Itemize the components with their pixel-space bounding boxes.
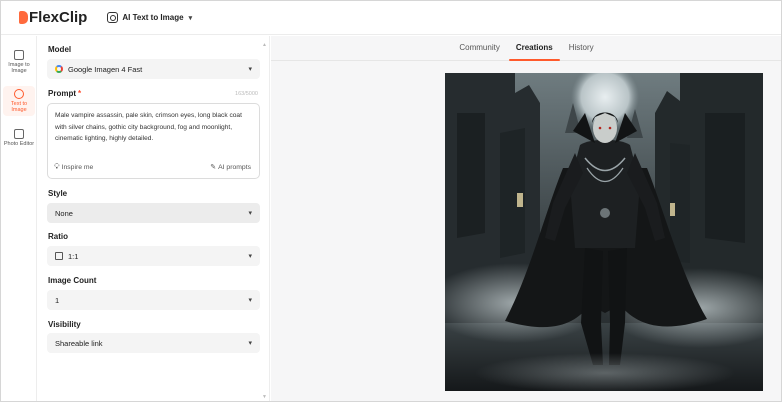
rail-item-text-to-image[interactable]: Text to Image [3,86,35,116]
chevron-down-icon: ▾ [188,14,193,22]
settings-panel: ▲ Model Google Imagen 4 Fast ▾ Prompt * 1… [37,36,270,401]
prompt-label-text: Prompt [48,89,76,98]
image-count-select[interactable]: 1 ▾ [47,290,260,310]
style-value: None [55,208,73,218]
image-count-label: Image Count [48,276,97,285]
chevron-down-icon: ▾ [248,66,252,73]
style-select[interactable]: None ▾ [47,203,260,223]
image-to-image-icon [14,50,24,60]
sparkle-icon: ✎ [210,164,217,171]
tool-rail: Image to Image Text to Image Photo Edito… [1,36,37,401]
tab-history[interactable]: History [569,36,594,60]
ai-prompts-button[interactable]: ✎ AI prompts [210,162,251,172]
logo-text: FlexClip [29,9,88,26]
prompt-text[interactable]: Male vampire assassin, pale skin, crimso… [55,110,253,145]
model-select[interactable]: Google Imagen 4 Fast ▾ [47,59,260,79]
square-ratio-icon [55,252,63,260]
logo-mark-icon [19,11,28,24]
lightbulb-icon: 💡︎ [54,162,60,171]
vampire-artwork [445,73,763,391]
visibility-label: Visibility [48,320,81,329]
prompt-actions: 💡︎ Inspire me ✎ AI prompts [54,162,251,172]
image-count-value: 1 [55,295,60,305]
ai-prompts-label: AI prompts [218,163,251,171]
rail-item-label: Text to Image [10,101,28,113]
visibility-select[interactable]: Shareable link ▾ [47,333,260,353]
ai-image-icon [107,12,119,23]
rail-item-label: Image to Image [8,62,30,74]
tool-selector-dropdown[interactable]: AI Text to Image ▾ [107,12,192,23]
prompt-textarea[interactable]: Male vampire assassin, pale skin, crimso… [47,103,260,179]
generated-image[interactable] [445,73,763,391]
app-window: FlexClip AI Text to Image ▾ Image to Ima… [0,0,782,402]
ratio-value: 1:1 [68,251,79,261]
photo-editor-icon [14,129,24,139]
tab-community[interactable]: Community [459,36,499,60]
chevron-down-icon: ▾ [248,210,252,217]
results-area: Community Creations History [271,36,781,401]
ratio-select[interactable]: 1:1 ▾ [47,246,260,266]
text-to-image-icon [14,89,24,99]
chevron-down-icon: ▾ [248,340,252,347]
scroll-down-icon[interactable]: ▼ [262,394,267,400]
rail-item-label: Photo Editor [3,141,35,147]
rail-item-photo-editor[interactable]: Photo Editor [3,129,35,147]
chevron-down-icon: ▾ [248,253,252,260]
top-bar: FlexClip AI Text to Image ▾ [1,1,781,35]
style-label: Style [48,189,68,198]
model-label: Model [48,45,72,54]
flexclip-logo[interactable]: FlexClip [19,9,87,26]
prompt-label: Prompt * [48,89,81,98]
inspire-me-button[interactable]: 💡︎ Inspire me [54,162,93,172]
prompt-char-count: 163/5000 [235,91,258,97]
tab-creations[interactable]: Creations [508,36,560,61]
google-icon [55,65,63,73]
model-value: Google Imagen 4 Fast [68,64,143,74]
tool-name: AI Text to Image [122,13,184,22]
required-mark: * [78,89,82,98]
scroll-up-icon[interactable]: ▲ [262,42,267,48]
chevron-down-icon: ▾ [248,297,252,304]
results-tabs: Community Creations History [271,36,781,61]
inspire-me-label: Inspire me [61,163,94,171]
ratio-label: Ratio [48,232,68,241]
visibility-value: Shareable link [55,338,103,348]
rail-item-image-to-image[interactable]: Image to Image [3,50,35,74]
